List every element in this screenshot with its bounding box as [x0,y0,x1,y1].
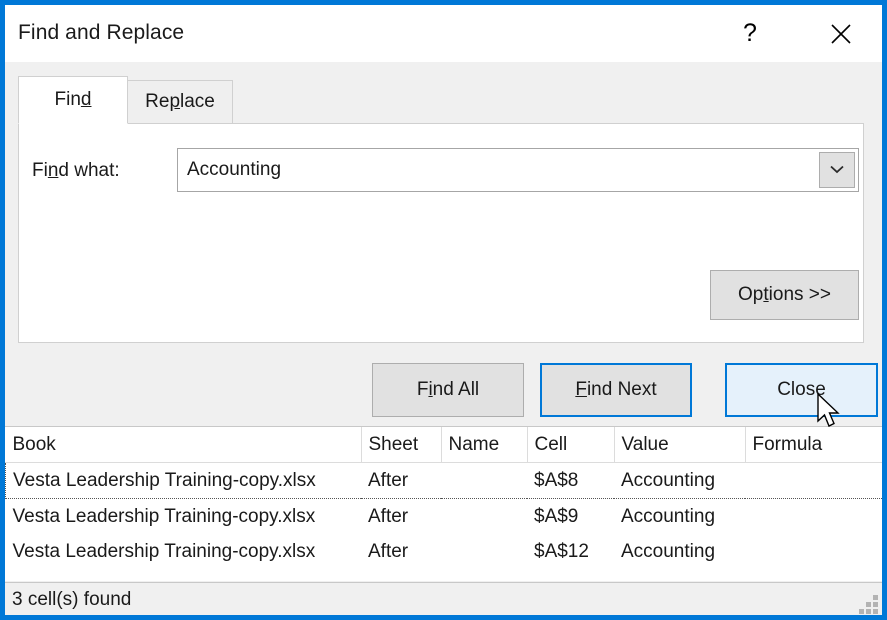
results-table-body: Vesta Leadership Training-copy.xlsx Afte… [6,463,883,570]
close-x-icon [829,22,853,46]
find-what-combobox[interactable] [177,148,859,192]
close-button-label: Close [777,379,826,401]
results-table: Book Sheet Name Cell Value Formula Vesta… [5,427,882,569]
column-header-name[interactable]: Name [441,427,527,463]
find-and-replace-dialog: Find and Replace ? Find Replace Find wha… [0,0,887,620]
results-list[interactable]: Book Sheet Name Cell Value Formula Vesta… [5,426,882,581]
cell-value: Accounting [614,499,745,535]
close-window-button[interactable] [805,5,877,62]
results-table-header: Book Sheet Name Cell Value Formula [6,427,883,463]
column-header-value[interactable]: Value [614,427,745,463]
help-button[interactable]: ? [721,5,779,62]
resize-grip-icon[interactable] [858,592,878,612]
title-bar: Find and Replace ? [5,5,882,62]
cell-book: Vesta Leadership Training-copy.xlsx [6,499,362,535]
tab-find[interactable]: Find [18,76,128,124]
cell-sheet: After [361,534,441,569]
cell-book: Vesta Leadership Training-copy.xlsx [6,463,362,499]
cell-cell: $A$9 [527,499,614,535]
cell-formula [745,499,882,535]
tab-replace-label: Replace [145,91,215,113]
cell-cell: $A$12 [527,534,614,569]
cell-name [441,534,527,569]
tab-replace[interactable]: Replace [128,80,233,124]
tab-strip: Find Replace [18,77,233,124]
column-header-cell[interactable]: Cell [527,427,614,463]
table-row[interactable]: Vesta Leadership Training-copy.xlsx Afte… [6,499,883,535]
cell-value: Accounting [614,534,745,569]
question-mark-icon: ? [743,21,757,46]
cell-sheet: After [361,463,441,499]
find-all-button-label: Find All [417,379,479,401]
find-next-button[interactable]: Find Next [540,363,692,417]
find-all-button[interactable]: Find All [372,363,524,417]
cell-formula [745,463,882,499]
options-button-label: Options >> [738,284,831,306]
cell-book: Vesta Leadership Training-copy.xlsx [6,534,362,569]
tab-find-label: Find [55,89,92,111]
column-header-sheet[interactable]: Sheet [361,427,441,463]
table-row[interactable]: Vesta Leadership Training-copy.xlsx Afte… [6,534,883,569]
cell-value: Accounting [614,463,745,499]
find-what-dropdown-button[interactable] [819,152,855,188]
cell-formula [745,534,882,569]
table-row[interactable]: Vesta Leadership Training-copy.xlsx Afte… [6,463,883,499]
cell-cell: $A$8 [527,463,614,499]
cell-name [441,463,527,499]
close-button[interactable]: Close [725,363,878,417]
search-input[interactable] [178,149,819,191]
find-what-label: Find what: [32,160,120,182]
chevron-down-icon [830,161,844,179]
column-header-book[interactable]: Book [6,427,362,463]
column-header-formula[interactable]: Formula [745,427,882,463]
status-text: 3 cell(s) found [12,589,131,611]
dialog-title: Find and Replace [18,21,184,45]
cell-sheet: After [361,499,441,535]
cell-name [441,499,527,535]
options-button[interactable]: Options >> [710,270,859,320]
status-bar: 3 cell(s) found [5,582,882,615]
table-header-row: Book Sheet Name Cell Value Formula [6,427,883,463]
find-next-button-label: Find Next [575,379,656,401]
